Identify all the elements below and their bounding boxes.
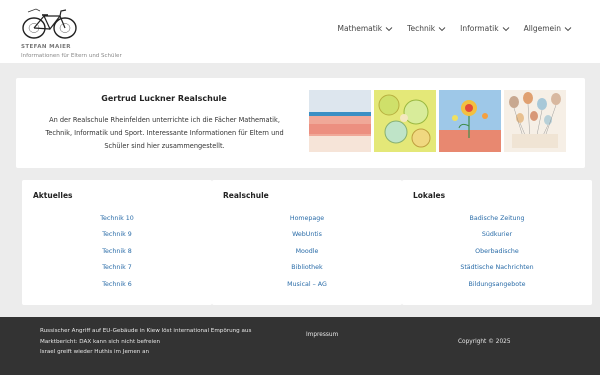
nav-label: Technik — [407, 24, 436, 33]
card-title: Aktuelles — [33, 191, 73, 200]
link-moodle[interactable]: Moodle — [212, 248, 402, 264]
link-bibliothek[interactable]: Bibliothek — [212, 264, 402, 280]
link-badische-zeitung[interactable]: Badische Zeitung — [402, 215, 592, 231]
link-technik-9[interactable]: Technik 9 — [22, 231, 212, 247]
nav-item-informatik[interactable]: Informatik — [460, 24, 509, 33]
link-webuntis[interactable]: WebUntis — [212, 231, 402, 247]
link-suedkurier[interactable]: Südkurier — [402, 231, 592, 247]
bicycle-logo[interactable] — [20, 6, 78, 40]
link-oberbadische[interactable]: Oberbadische — [402, 248, 592, 264]
link-technik-8[interactable]: Technik 8 — [22, 248, 212, 264]
link-technik-10[interactable]: Technik 10 — [22, 215, 212, 231]
painting-flower — [439, 90, 501, 152]
site-name: STEFAN MAIER — [21, 44, 71, 50]
copyright-text: Copyright © 2025 — [458, 339, 511, 345]
nav-label: Allgemein — [523, 24, 561, 33]
nav-item-mathematik[interactable]: Mathematik — [338, 24, 394, 33]
link-musical-ag[interactable]: Musical – AG — [212, 281, 402, 297]
painting-seascape — [309, 90, 371, 152]
intro-text: An der Realschule Rheinfelden unterricht… — [45, 116, 284, 150]
link-technik-7[interactable]: Technik 7 — [22, 264, 212, 280]
news-list: Russischer Angriff auf EU-Gebäude in Kie… — [40, 326, 251, 358]
site-footer: Russischer Angriff auf EU-Gebäude in Kie… — [0, 317, 600, 375]
link-staedtische-nachrichten[interactable]: Städtische Nachrichten — [402, 264, 592, 280]
news-item[interactable]: Israel greift wieder Huthis im Jemen an — [40, 347, 251, 358]
card-lokales: Lokales Badische Zeitung Südkurier Oberb… — [402, 180, 592, 305]
card-aktuelles: Aktuelles Technik 10 Technik 9 Technik 8… — [22, 180, 212, 305]
chevron-down-icon — [564, 26, 572, 31]
news-item[interactable]: Russischer Angriff auf EU-Gebäude in Kie… — [40, 326, 251, 337]
school-title: Gertrud Luckner Realschule — [101, 94, 227, 103]
card-realschule: Realschule Homepage WebUntis Moodle Bibl… — [212, 180, 402, 305]
nav-label: Informatik — [460, 24, 499, 33]
intro-panel: Gertrud Luckner Realschule An der Realsc… — [16, 78, 585, 168]
link-list: Homepage WebUntis Moodle Bibliothek Musi… — [212, 215, 402, 297]
news-item[interactable]: Marktbericht: DAX kann sich nicht befrei… — [40, 337, 251, 348]
link-list: Badische Zeitung Südkurier Oberbadische … — [402, 215, 592, 297]
nav-item-allgemein[interactable]: Allgemein — [524, 24, 572, 33]
nav-label: Mathematik — [337, 24, 383, 33]
link-list: Technik 10 Technik 9 Technik 8 Technik 7… — [22, 215, 212, 297]
site-tagline: Informationen für Eltern und Schüler — [21, 53, 122, 59]
chevron-down-icon — [438, 26, 446, 31]
link-homepage[interactable]: Homepage — [212, 215, 402, 231]
chevron-down-icon — [385, 26, 393, 31]
nav-item-technik[interactable]: Technik — [407, 24, 446, 33]
link-technik-6[interactable]: Technik 6 — [22, 281, 212, 297]
site-header: STEFAN MAIER Informationen für Eltern un… — [0, 0, 600, 63]
main-nav: Mathematik Technik Informatik Allgemein — [338, 24, 573, 33]
impressum-link[interactable]: Impressum — [306, 332, 338, 338]
link-bildungsangebote[interactable]: Bildungsangebote — [402, 281, 592, 297]
chevron-down-icon — [502, 26, 509, 31]
card-title: Realschule — [223, 191, 269, 200]
card-title: Lokales — [413, 191, 446, 200]
painting-abstract-green — [374, 90, 436, 152]
painting-balloons — [504, 90, 566, 152]
painting-gallery — [309, 90, 566, 152]
